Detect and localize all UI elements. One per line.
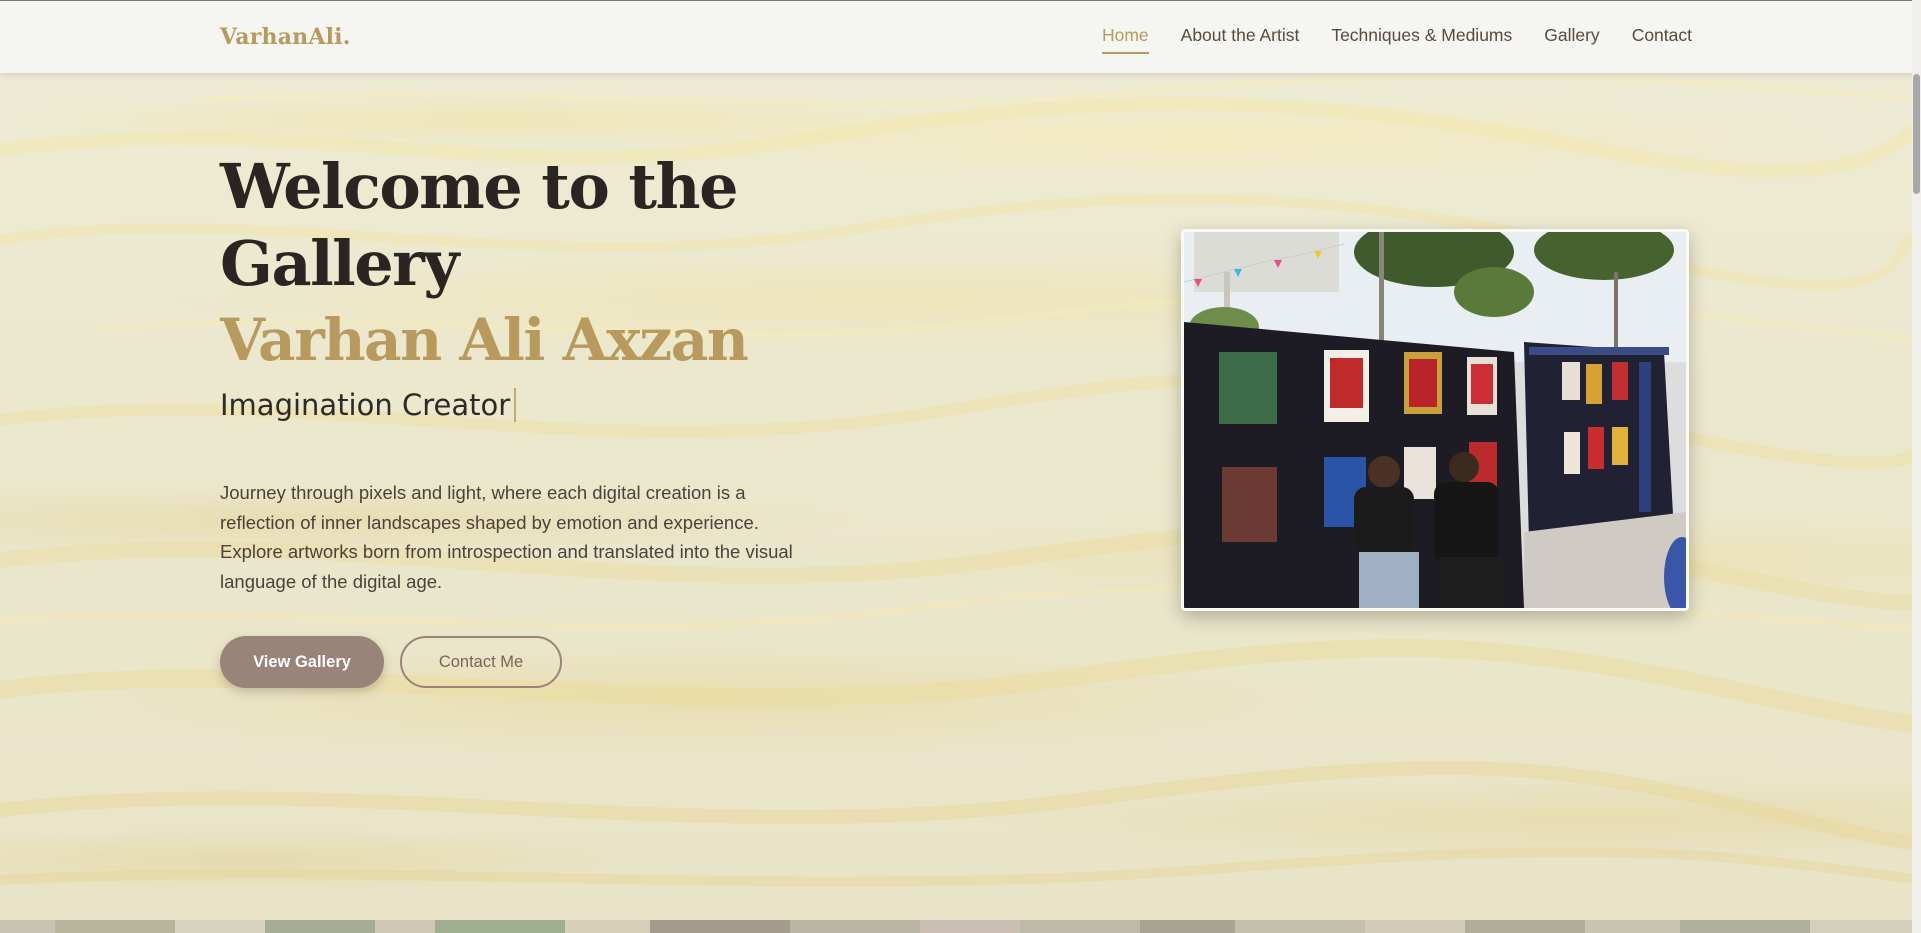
view-gallery-button[interactable]: View Gallery — [220, 636, 384, 688]
nav-link-contact[interactable]: Contact — [1632, 25, 1692, 54]
contact-me-button[interactable]: Contact Me — [400, 636, 562, 688]
artist-name: Varhan Ali Axzan — [220, 306, 749, 374]
gallery-thumbnail[interactable] — [375, 920, 435, 933]
hero-section: Welcome to the Gallery Varhan Ali Axzan … — [220, 148, 860, 688]
gallery-strip — [0, 920, 1921, 933]
gallery-thumbnail[interactable] — [0, 920, 55, 933]
hero-title-line2: Gallery — [220, 227, 459, 300]
gallery-thumbnail[interactable] — [55, 920, 175, 933]
gallery-thumbnail[interactable] — [565, 920, 650, 933]
nav-link-home[interactable]: Home — [1101, 25, 1149, 54]
gallery-thumbnail[interactable] — [1585, 920, 1680, 933]
gallery-thumbnail[interactable] — [1465, 920, 1585, 933]
navbar: VarhanAli. Home About the Artist Techniq… — [0, 0, 1921, 73]
artist-role: Imagination Creator — [220, 388, 860, 422]
gallery-thumbnail[interactable] — [175, 920, 265, 933]
hero-buttons: View Gallery Contact Me — [220, 636, 860, 688]
gallery-thumbnail[interactable] — [920, 920, 1020, 933]
site-logo[interactable]: VarhanAli. — [220, 24, 351, 50]
gallery-thumbnail[interactable] — [1140, 920, 1235, 933]
artist-role-text: Imagination Creator — [220, 388, 511, 422]
hero-title-line1: Welcome to the — [220, 150, 739, 223]
scrollbar-thumb[interactable] — [1913, 74, 1920, 194]
gallery-thumbnail[interactable] — [1020, 920, 1140, 933]
nav-links: Home About the Artist Techniques & Mediu… — [1101, 25, 1692, 54]
page-scrollbar[interactable] — [1912, 0, 1921, 933]
nav-link-gallery[interactable]: Gallery — [1544, 25, 1599, 54]
nav-link-about[interactable]: About the Artist — [1181, 25, 1300, 54]
exhibition-photo — [1184, 232, 1686, 608]
hero-description: Journey through pixels and light, where … — [220, 482, 793, 592]
gallery-thumbnail[interactable] — [435, 920, 565, 933]
gallery-thumbnail[interactable] — [650, 920, 790, 933]
nav-link-techniques[interactable]: Techniques & Mediums — [1331, 25, 1512, 54]
gallery-thumbnail[interactable] — [1365, 920, 1465, 933]
gallery-thumbnail[interactable] — [790, 920, 920, 933]
gallery-thumbnail[interactable] — [1235, 920, 1365, 933]
gallery-thumbnail[interactable] — [1680, 920, 1810, 933]
gallery-thumbnail[interactable] — [1810, 920, 1921, 933]
hero-photo — [1181, 229, 1689, 611]
typing-cursor-icon — [514, 388, 517, 422]
gallery-thumbnail[interactable] — [265, 920, 375, 933]
hero-title: Welcome to the Gallery — [220, 148, 860, 302]
